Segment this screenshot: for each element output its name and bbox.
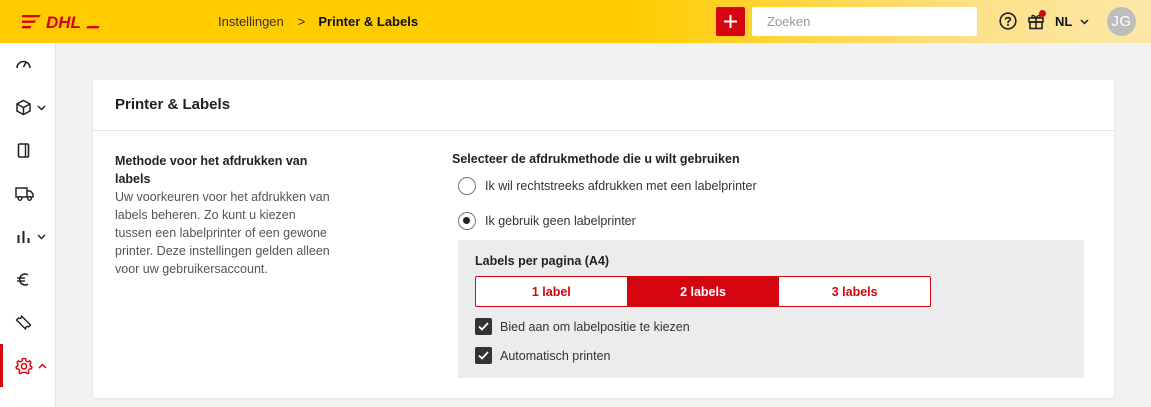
radio-label: Ik gebruik geen labelprinter: [485, 214, 636, 228]
sidebar-item-settings[interactable]: [0, 344, 56, 387]
section-title: Methode voor het afdrukken van labels: [115, 154, 308, 186]
bar-chart-icon: [17, 231, 30, 243]
document-icon: [17, 143, 30, 158]
sidebar-item-reports[interactable]: [0, 215, 56, 258]
language-label: NL: [1055, 14, 1073, 29]
sidebar-item-shipments[interactable]: [0, 86, 56, 129]
breadcrumb: Instellingen > Printer & Labels: [218, 0, 418, 43]
radio-label: Ik wil rechtstreeks afdrukken met een la…: [485, 179, 757, 193]
breadcrumb-parent-link[interactable]: Instellingen: [218, 14, 284, 29]
checkbox-label: Automatisch printen: [500, 348, 611, 363]
top-bar: DHL Instellingen > Printer & Labels NL J…: [0, 0, 1151, 43]
checkbox-auto-print[interactable]: Automatisch printen: [475, 347, 610, 364]
search-input[interactable]: [752, 7, 977, 36]
checkbox-choose-label-position[interactable]: Bied aan om labelpositie te kiezen: [475, 318, 690, 335]
settings-card: Printer & Labels Methode voor het afdruk…: [93, 80, 1114, 398]
checkbox[interactable]: [475, 347, 492, 364]
truck-icon: [15, 187, 34, 201]
radio-no-label-printer[interactable]: Ik gebruik geen labelprinter: [458, 212, 636, 230]
checkmark-icon: [478, 351, 489, 360]
add-button[interactable]: [716, 7, 745, 36]
radio-button[interactable]: [458, 177, 476, 195]
sidebar-item-billing[interactable]: [0, 258, 56, 301]
notification-dot: [1039, 10, 1046, 17]
gear-icon: [15, 357, 33, 374]
sidebar-item-dashboard[interactable]: [0, 43, 56, 86]
divider: [93, 130, 1114, 131]
logo-text: DHL: [46, 13, 81, 32]
chevron-down-icon: [1080, 18, 1089, 25]
option-2-labels-button[interactable]: 2 labels: [627, 277, 780, 306]
print-method-title: Selecteer de afdrukmethode die u wilt ge…: [452, 152, 740, 166]
sidebar-item-pickups[interactable]: [0, 172, 56, 215]
labels-per-page-selector: 1 label 2 labels 3 labels: [475, 276, 931, 307]
breadcrumb-separator: >: [297, 14, 306, 29]
dhl-logo[interactable]: DHL: [22, 12, 106, 32]
breadcrumb-current: Printer & Labels: [318, 14, 419, 29]
radio-button-checked[interactable]: [458, 212, 476, 230]
checkbox[interactable]: [475, 318, 492, 335]
section-description: Methode voor het afdrukken van labels Uw…: [115, 152, 335, 278]
plus-icon: [724, 15, 737, 28]
chevron-down-icon: [37, 233, 46, 240]
dashboard-icon: [16, 60, 31, 69]
labels-options-panel: Labels per pagina (A4) 1 label 2 labels …: [458, 240, 1084, 378]
section-description-text: Uw voorkeuren voor het afdrukken van lab…: [115, 190, 330, 276]
chevron-down-icon: [37, 104, 46, 111]
option-3-labels-button[interactable]: 3 labels: [779, 277, 930, 306]
language-selector[interactable]: NL: [1055, 0, 1089, 43]
chevron-up-icon: [38, 362, 47, 369]
avatar[interactable]: JG: [1107, 7, 1136, 36]
radio-label-printer[interactable]: Ik wil rechtstreeks afdrukken met een la…: [458, 177, 757, 195]
checkmark-icon: [478, 322, 489, 331]
question-icon[interactable]: [999, 12, 1017, 30]
labels-per-page-title: Labels per pagina (A4): [475, 254, 610, 268]
sidebar: [0, 43, 56, 407]
card-title: Printer & Labels: [115, 96, 231, 113]
print-method-section: Selecteer de afdrukmethode die u wilt ge…: [452, 152, 740, 166]
sidebar-item-documents[interactable]: [0, 129, 56, 172]
package-icon: [16, 99, 31, 116]
option-1-label-button[interactable]: 1 label: [476, 277, 628, 306]
ticket-icon: [15, 315, 32, 330]
euro-icon: [17, 273, 29, 286]
checkbox-label: Bied aan om labelpositie te kiezen: [500, 319, 690, 334]
sidebar-item-tickets[interactable]: [0, 301, 56, 344]
